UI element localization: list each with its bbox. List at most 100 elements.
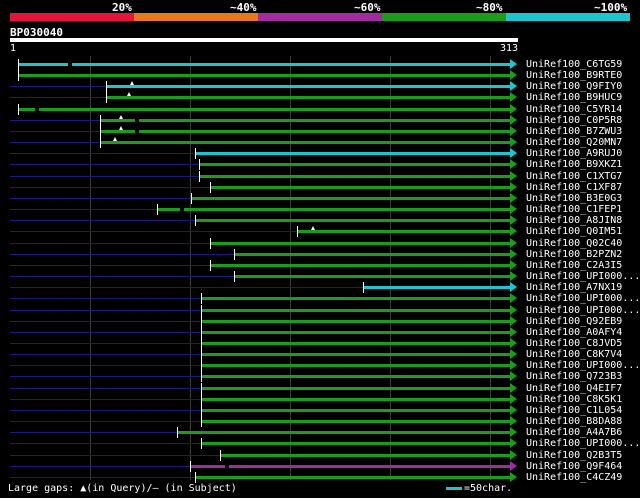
hit-label[interactable]: UniRef100_Q723B3 [526, 371, 622, 382]
hit-label[interactable]: UniRef100_B9RTE0 [526, 70, 622, 81]
hit-row[interactable]: UniRef100_C8K5K1 [0, 393, 640, 405]
alignment-bar[interactable] [200, 420, 510, 424]
hit-row[interactable]: UniRef100_C1XF87 [0, 181, 640, 193]
hit-row[interactable]: UniRef100_Q92EB9 [0, 315, 640, 327]
hit-label[interactable]: UniRef100_C4CZ49 [526, 472, 622, 483]
alignment-bar[interactable] [200, 297, 510, 301]
alignment-bar[interactable] [210, 263, 510, 267]
hit-row[interactable]: UniRef100_C1XTG7 [0, 170, 640, 182]
alignment-bar[interactable] [199, 163, 510, 167]
hit-label[interactable]: UniRef100_A4A7B6 [526, 427, 622, 438]
alignment-bar[interactable] [106, 85, 510, 89]
hit-label[interactable]: UniRef100_C0P5R8 [526, 115, 622, 126]
alignment-bar[interactable] [200, 364, 510, 368]
hit-row[interactable]: UniRef100_A7NX19 [0, 282, 640, 294]
hit-label[interactable]: UniRef100_C1XTG7 [526, 171, 622, 182]
hit-label[interactable]: UniRef100_Q4EIF7 [526, 383, 622, 394]
hit-row[interactable]: UniRef100_C8K7V4 [0, 349, 640, 361]
alignment-bar[interactable] [100, 118, 510, 122]
hit-row[interactable]: UniRef100_UPI000... [0, 304, 640, 316]
hit-label[interactable]: UniRef100_Q92EB9 [526, 316, 622, 327]
hit-row[interactable]: UniRef100_Q9FIY0 [0, 81, 640, 93]
alignment-bar[interactable] [18, 107, 510, 111]
hit-row[interactable]: UniRef100_UPI000... [0, 438, 640, 450]
hit-row[interactable]: UniRef100_B8DA88 [0, 416, 640, 428]
alignment-bar[interactable] [200, 408, 510, 412]
hit-row[interactable]: UniRef100_UPI000... [0, 360, 640, 372]
alignment-bar[interactable] [18, 63, 510, 66]
alignment-bar[interactable] [189, 464, 510, 468]
hit-row[interactable]: UniRef100_C4CZ49 [0, 471, 640, 483]
hit-row[interactable]: UniRef100_Q9F464 [0, 460, 640, 472]
hit-row[interactable]: UniRef100_Q2B3T5 [0, 449, 640, 461]
hit-label[interactable]: UniRef100_C1FEP1 [526, 204, 622, 215]
hit-row[interactable]: UniRef100_C5YR14 [0, 103, 640, 115]
alignment-bar[interactable] [200, 397, 510, 401]
hit-row[interactable]: UniRef100_C1FEP1 [0, 204, 640, 216]
hit-label[interactable]: UniRef100_B7ZWU3 [526, 126, 622, 137]
hit-label[interactable]: UniRef100_C8K7V4 [526, 349, 622, 360]
alignment-bar[interactable] [200, 375, 510, 379]
hit-row[interactable]: UniRef100_Q4EIF7 [0, 382, 640, 394]
alignment-bar[interactable] [234, 275, 510, 279]
alignment-bar[interactable] [200, 442, 510, 446]
alignment-bar[interactable] [200, 319, 510, 323]
hit-label[interactable]: UniRef100_A0AFY4 [526, 327, 622, 338]
alignment-bar[interactable] [156, 208, 510, 212]
hit-label[interactable]: UniRef100_UPI000... [526, 305, 640, 316]
hit-row[interactable]: UniRef100_UPI000... [0, 293, 640, 305]
alignment-bar[interactable] [194, 152, 510, 156]
alignment-bar[interactable] [100, 141, 510, 145]
hit-row[interactable]: UniRef100_A4A7B6 [0, 427, 640, 439]
alignment-bar[interactable] [210, 185, 510, 189]
alignment-bar[interactable] [200, 342, 510, 345]
hit-label[interactable]: UniRef100_C5YR14 [526, 104, 622, 115]
alignment-bar[interactable] [106, 96, 510, 100]
alignment-bar[interactable] [210, 241, 510, 245]
hit-row[interactable]: UniRef100_UPI000... [0, 271, 640, 283]
hit-row[interactable]: UniRef100_Q0IM51 [0, 226, 640, 238]
hit-label[interactable]: UniRef100_C2A3I5 [526, 260, 622, 271]
alignment-bar[interactable] [199, 174, 510, 178]
hit-label[interactable]: UniRef100_B9XKZ1 [526, 159, 622, 170]
hit-row[interactable]: UniRef100_C0P5R8 [0, 114, 640, 126]
hit-label[interactable]: UniRef100_Q2B3T5 [526, 450, 622, 461]
hit-label[interactable]: UniRef100_B2PZN2 [526, 249, 622, 260]
hit-row[interactable]: UniRef100_B2PZN2 [0, 248, 640, 260]
hit-label[interactable]: UniRef100_Q9F464 [526, 461, 622, 472]
hit-label[interactable]: UniRef100_UPI000... [526, 360, 640, 371]
alignment-bar[interactable] [18, 74, 510, 78]
alignment-bar[interactable] [100, 129, 510, 133]
hit-row[interactable]: UniRef100_Q02C40 [0, 237, 640, 249]
hit-row[interactable]: UniRef100_A8JIN8 [0, 215, 640, 227]
hit-row[interactable]: UniRef100_C8JVD5 [0, 338, 640, 349]
alignment-bar[interactable] [200, 330, 510, 334]
alignment-bar[interactable] [297, 230, 510, 234]
hit-row[interactable]: UniRef100_A9RUJ0 [0, 148, 640, 160]
alignment-bar[interactable] [194, 475, 510, 479]
hit-label[interactable]: UniRef100_Q20MN7 [526, 137, 622, 148]
hit-label[interactable]: UniRef100_C8K5K1 [526, 394, 622, 405]
hit-label[interactable]: UniRef100_A9RUJ0 [526, 148, 622, 159]
alignment-bar[interactable] [191, 196, 510, 200]
hit-label[interactable]: UniRef100_UPI000... [526, 271, 640, 282]
hit-label[interactable]: UniRef100_C6TG59 [526, 59, 622, 70]
alignment-bar[interactable] [363, 286, 510, 290]
hit-label[interactable]: UniRef100_C1XF87 [526, 182, 622, 193]
hit-row[interactable]: UniRef100_Q723B3 [0, 371, 640, 383]
hit-label[interactable]: UniRef100_Q02C40 [526, 238, 622, 249]
hit-label[interactable]: UniRef100_C8JVD5 [526, 338, 622, 349]
hit-row[interactable]: UniRef100_C1L054 [0, 404, 640, 416]
hit-row[interactable]: UniRef100_B9RTE0 [0, 70, 640, 82]
hit-row[interactable]: UniRef100_B9HUC9 [0, 92, 640, 104]
hit-row[interactable]: UniRef100_C6TG59 [0, 59, 640, 70]
hit-row[interactable]: UniRef100_B3E0G3 [0, 192, 640, 204]
hit-label[interactable]: UniRef100_B3E0G3 [526, 193, 622, 204]
alignment-bar[interactable] [219, 453, 510, 457]
alignment-bar[interactable] [200, 386, 510, 390]
hit-label[interactable]: UniRef100_UPI000... [526, 293, 640, 304]
alignment-bar[interactable] [177, 431, 510, 435]
alignment-bar[interactable] [194, 219, 510, 223]
hit-row[interactable]: UniRef100_Q20MN7 [0, 137, 640, 149]
hit-label[interactable]: UniRef100_Q9FIY0 [526, 81, 622, 92]
